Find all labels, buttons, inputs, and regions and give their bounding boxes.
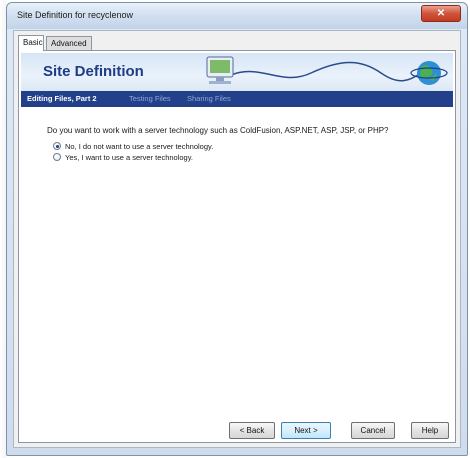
site-definition-dialog: Site Definition for recyclenow ✕ Basic A…: [6, 2, 468, 456]
globe-icon: [410, 61, 448, 85]
step-sharing-files: Sharing Files: [187, 94, 231, 103]
option-label[interactable]: Yes, I want to use a server technology.: [65, 153, 193, 162]
option-yes-server-technology[interactable]: Yes, I want to use a server technology.: [53, 152, 193, 162]
option-label[interactable]: No, I do not want to use a server techno…: [65, 142, 213, 151]
next-button[interactable]: Next >: [281, 422, 331, 439]
radio-button-selected[interactable]: [53, 142, 61, 150]
connection-line-icon: [230, 61, 422, 82]
tab-panel-basic: Site Definition Editing Files, Part 2 Te…: [18, 50, 456, 443]
step-editing-files-part-2: Editing Files, Part 2: [27, 94, 97, 103]
window-title: Site Definition for recyclenow: [17, 10, 134, 20]
close-button[interactable]: ✕: [421, 5, 461, 22]
dialog-client-area: Basic Advanced Site Definition Editing F…: [13, 30, 461, 448]
back-button[interactable]: < Back: [229, 422, 275, 439]
server-technology-question: Do you want to work with a server techno…: [47, 126, 389, 135]
tab-advanced[interactable]: Advanced: [46, 36, 92, 51]
title-bar[interactable]: Site Definition for recyclenow ✕: [7, 3, 467, 29]
server-globe-graphic: [206, 56, 448, 85]
banner-title: Site Definition: [43, 63, 144, 80]
step-testing-files: Testing Files: [129, 94, 171, 103]
wizard-step-bar: Editing Files, Part 2 Testing Files Shar…: [21, 91, 453, 107]
tab-basic[interactable]: Basic: [18, 35, 44, 51]
wizard-banner: Site Definition: [21, 53, 453, 91]
computer-icon: [206, 56, 234, 84]
cancel-button[interactable]: Cancel: [351, 422, 395, 439]
close-icon: ✕: [436, 8, 446, 19]
help-button[interactable]: Help: [411, 422, 449, 439]
option-no-server-technology[interactable]: No, I do not want to use a server techno…: [53, 141, 213, 151]
radio-button[interactable]: [53, 153, 61, 161]
